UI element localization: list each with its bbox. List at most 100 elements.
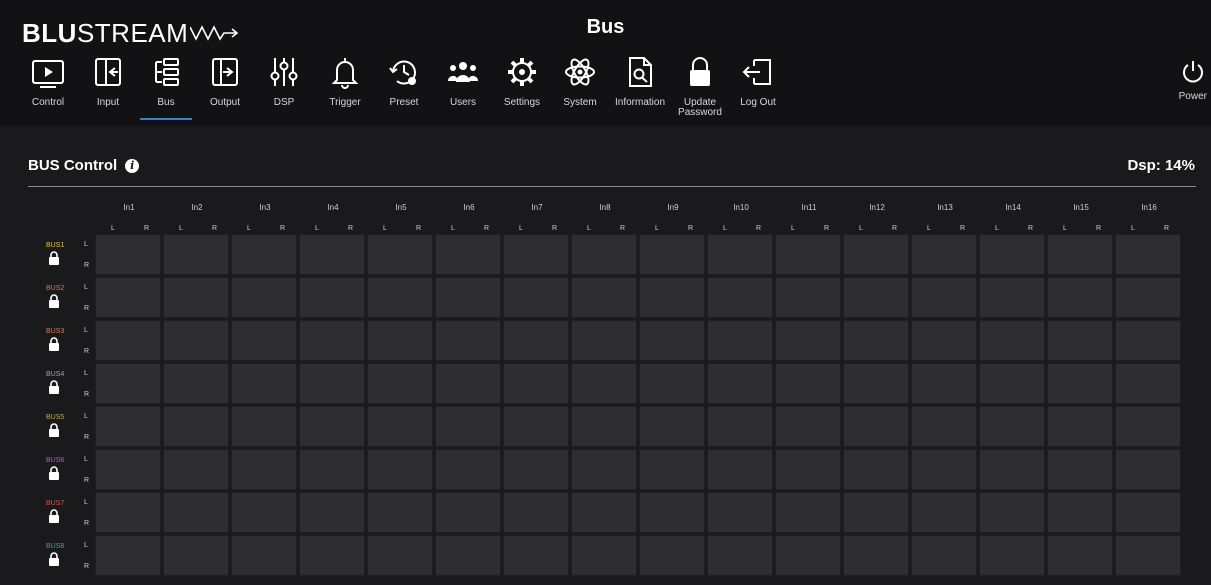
- matrix-cell[interactable]: [435, 535, 501, 576]
- nav-item-users[interactable]: Users: [433, 50, 493, 122]
- matrix-cell[interactable]: [775, 234, 841, 275]
- matrix-cell[interactable]: [367, 406, 433, 447]
- matrix-cell[interactable]: [639, 277, 705, 318]
- matrix-cell[interactable]: [979, 320, 1045, 361]
- matrix-cell[interactable]: [707, 363, 773, 404]
- matrix-cell[interactable]: [95, 535, 161, 576]
- matrix-cell[interactable]: [1047, 234, 1113, 275]
- matrix-cell[interactable]: [1047, 449, 1113, 490]
- matrix-cell[interactable]: [95, 449, 161, 490]
- matrix-cell[interactable]: [503, 277, 569, 318]
- nav-item-control[interactable]: Control: [18, 50, 78, 122]
- matrix-cell[interactable]: [231, 492, 297, 533]
- matrix-cell[interactable]: [843, 406, 909, 447]
- matrix-cell[interactable]: [707, 449, 773, 490]
- matrix-cell[interactable]: [775, 449, 841, 490]
- matrix-cell[interactable]: [911, 363, 977, 404]
- nav-item-settings[interactable]: Settings: [492, 50, 552, 122]
- matrix-cell[interactable]: [299, 535, 365, 576]
- matrix-cell[interactable]: [231, 535, 297, 576]
- matrix-cell[interactable]: [775, 492, 841, 533]
- matrix-cell[interactable]: [639, 363, 705, 404]
- matrix-cell[interactable]: [911, 406, 977, 447]
- matrix-cell[interactable]: [571, 363, 637, 404]
- matrix-cell[interactable]: [911, 320, 977, 361]
- power-button[interactable]: Power: [1179, 58, 1207, 102]
- matrix-cell[interactable]: [911, 277, 977, 318]
- matrix-cell[interactable]: [639, 535, 705, 576]
- matrix-cell[interactable]: [911, 449, 977, 490]
- matrix-cell[interactable]: [231, 406, 297, 447]
- matrix-cell[interactable]: [231, 277, 297, 318]
- nav-item-bus[interactable]: Bus: [136, 50, 196, 122]
- nav-item-update-password[interactable]: Update Password: [670, 50, 730, 122]
- matrix-cell[interactable]: [163, 535, 229, 576]
- matrix-cell[interactable]: [979, 449, 1045, 490]
- matrix-cell[interactable]: [95, 234, 161, 275]
- matrix-cell[interactable]: [163, 234, 229, 275]
- matrix-cell[interactable]: [367, 492, 433, 533]
- matrix-cell[interactable]: [503, 234, 569, 275]
- nav-item-preset[interactable]: Preset: [374, 50, 434, 122]
- matrix-cell[interactable]: [707, 535, 773, 576]
- matrix-cell[interactable]: [1115, 449, 1181, 490]
- matrix-cell[interactable]: [1047, 363, 1113, 404]
- matrix-cell[interactable]: [979, 535, 1045, 576]
- matrix-cell[interactable]: [571, 449, 637, 490]
- matrix-cell[interactable]: [503, 320, 569, 361]
- matrix-cell[interactable]: [503, 449, 569, 490]
- matrix-cell[interactable]: [639, 406, 705, 447]
- matrix-cell[interactable]: [231, 320, 297, 361]
- matrix-cell[interactable]: [639, 492, 705, 533]
- matrix-cell[interactable]: [435, 320, 501, 361]
- matrix-cell[interactable]: [707, 234, 773, 275]
- matrix-cell[interactable]: [231, 449, 297, 490]
- matrix-cell[interactable]: [435, 406, 501, 447]
- matrix-cell[interactable]: [571, 535, 637, 576]
- matrix-cell[interactable]: [1115, 363, 1181, 404]
- matrix-cell[interactable]: [639, 449, 705, 490]
- padlock-icon[interactable]: [48, 380, 60, 394]
- matrix-cell[interactable]: [435, 277, 501, 318]
- nav-item-input[interactable]: Input: [78, 50, 138, 122]
- matrix-cell[interactable]: [775, 535, 841, 576]
- matrix-cell[interactable]: [1115, 277, 1181, 318]
- matrix-cell[interactable]: [299, 363, 365, 404]
- matrix-cell[interactable]: [1115, 320, 1181, 361]
- matrix-cell[interactable]: [843, 277, 909, 318]
- matrix-cell[interactable]: [95, 320, 161, 361]
- matrix-cell[interactable]: [95, 363, 161, 404]
- matrix-cell[interactable]: [1115, 406, 1181, 447]
- matrix-cell[interactable]: [231, 363, 297, 404]
- matrix-cell[interactable]: [571, 234, 637, 275]
- matrix-cell[interactable]: [367, 449, 433, 490]
- matrix-cell[interactable]: [571, 320, 637, 361]
- matrix-cell[interactable]: [571, 406, 637, 447]
- matrix-cell[interactable]: [843, 234, 909, 275]
- matrix-cell[interactable]: [1115, 535, 1181, 576]
- matrix-cell[interactable]: [979, 234, 1045, 275]
- matrix-cell[interactable]: [979, 277, 1045, 318]
- matrix-cell[interactable]: [707, 320, 773, 361]
- matrix-cell[interactable]: [367, 320, 433, 361]
- matrix-cell[interactable]: [163, 320, 229, 361]
- matrix-cell[interactable]: [1115, 234, 1181, 275]
- matrix-cell[interactable]: [299, 449, 365, 490]
- matrix-cell[interactable]: [1047, 320, 1113, 361]
- matrix-cell[interactable]: [1047, 406, 1113, 447]
- nav-item-trigger[interactable]: Trigger: [315, 50, 375, 122]
- matrix-cell[interactable]: [1047, 277, 1113, 318]
- matrix-cell[interactable]: [1115, 492, 1181, 533]
- matrix-cell[interactable]: [911, 492, 977, 533]
- matrix-cell[interactable]: [707, 406, 773, 447]
- info-icon[interactable]: i: [125, 158, 140, 173]
- matrix-cell[interactable]: [775, 406, 841, 447]
- matrix-cell[interactable]: [571, 492, 637, 533]
- matrix-cell[interactable]: [775, 363, 841, 404]
- matrix-cell[interactable]: [299, 406, 365, 447]
- matrix-cell[interactable]: [1047, 535, 1113, 576]
- matrix-cell[interactable]: [979, 406, 1045, 447]
- matrix-cell[interactable]: [367, 363, 433, 404]
- matrix-cell[interactable]: [95, 277, 161, 318]
- matrix-cell[interactable]: [503, 535, 569, 576]
